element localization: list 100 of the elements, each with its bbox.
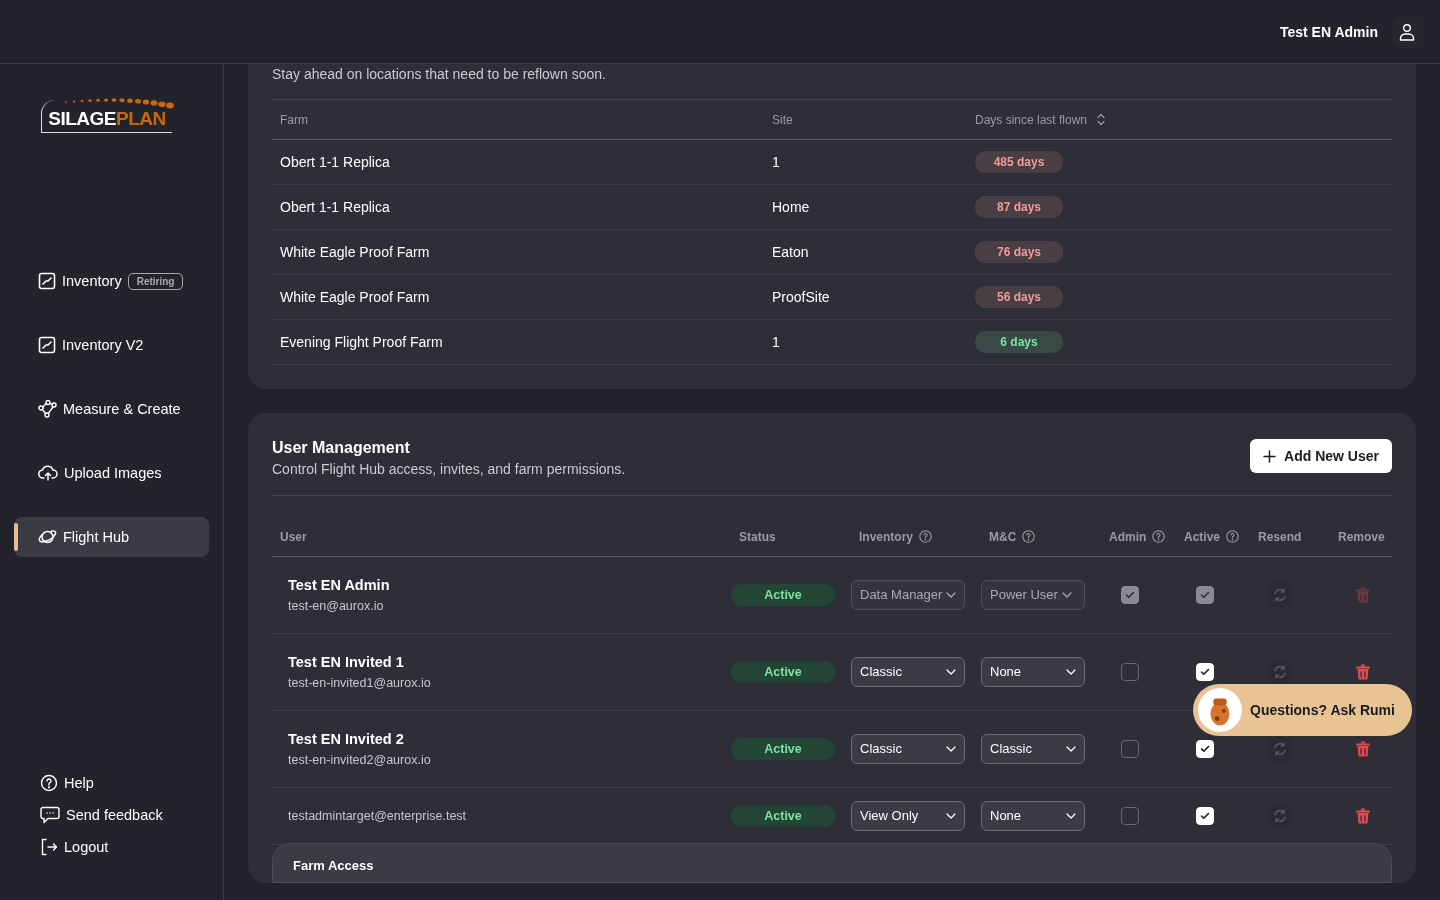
check-icon <box>1200 667 1210 676</box>
refresh-icon <box>1273 808 1287 823</box>
nav-item[interactable]: Upload Images <box>14 453 209 493</box>
resend-button[interactable] <box>1266 734 1294 763</box>
sort-icon[interactable] <box>1097 113 1106 126</box>
help-icon <box>40 774 58 792</box>
retiring-badge: Retiring <box>127 272 184 290</box>
site-name: 1 <box>772 334 780 350</box>
planet-icon <box>38 528 57 546</box>
dropdown[interactable]: None <box>981 656 1085 687</box>
check-icon <box>1125 590 1135 599</box>
user-email: testadmintarget@enterprise.test <box>288 808 468 823</box>
check-icon <box>1200 811 1210 820</box>
chevron-down-icon <box>1066 668 1076 675</box>
nav-item[interactable]: Inventory Retiring <box>14 261 209 301</box>
column-header: Remove <box>1338 529 1385 544</box>
farm-name: White Eagle Proof Farm <box>280 244 430 260</box>
plus-icon <box>1263 449 1277 463</box>
column-header: Site <box>772 112 793 127</box>
checkbox[interactable] <box>1121 739 1139 758</box>
chevron-down-icon <box>1066 812 1076 819</box>
add-user-button[interactable]: Add New User <box>1250 439 1392 473</box>
days-badge: 485 days <box>975 151 1063 173</box>
dropdown[interactable]: Classic <box>851 656 965 687</box>
days-badge: 87 days <box>975 196 1063 218</box>
user-name: Test EN Invited 2 <box>288 730 405 747</box>
status-badge: Active <box>731 583 835 606</box>
status-badge: Active <box>731 660 835 683</box>
days-badge: 76 days <box>975 241 1063 263</box>
column-header: Admin <box>1109 529 1166 544</box>
status-badge: Active <box>731 804 835 827</box>
ask-rumi-button[interactable]: Questions? Ask Rumi <box>1193 684 1412 736</box>
status-badge: Active <box>731 737 835 760</box>
check-icon <box>1200 590 1210 599</box>
trash-icon <box>1356 663 1370 680</box>
section-title: Farm Access <box>293 857 375 873</box>
checkbox[interactable] <box>1121 806 1139 825</box>
column-header: M&C <box>989 529 1036 544</box>
nodes-icon <box>38 400 57 418</box>
farm-name: Evening Flight Proof Farm <box>280 334 443 350</box>
dropdown[interactable]: None <box>981 800 1085 831</box>
nav-item[interactable]: Flight Hub <box>14 517 209 557</box>
user-email: test-en@aurox.io <box>288 598 385 613</box>
chart-icon <box>38 336 56 354</box>
dropdown[interactable]: Classic <box>981 733 1085 764</box>
chat-icon <box>40 806 60 824</box>
farm-name: Obert 1-1 Replica <box>280 199 390 215</box>
logout-icon <box>40 838 58 856</box>
refresh-icon <box>1273 741 1287 756</box>
nav-item[interactable]: Measure & Create <box>14 389 209 429</box>
chevron-down-icon <box>946 812 956 819</box>
dropdown[interactable]: View Only <box>851 800 965 831</box>
dropdown[interactable]: Classic <box>851 733 965 764</box>
section-subtitle: Stay ahead on locations that need to be reflown soon. <box>272 66 607 82</box>
days-badge: 6 days <box>975 331 1063 353</box>
chart-icon <box>38 272 56 290</box>
checkbox[interactable] <box>1121 662 1139 681</box>
site-name: ProofSite <box>772 289 830 305</box>
delete-button[interactable] <box>1356 807 1370 824</box>
chevron-down-icon <box>1061 591 1072 598</box>
column-header: Days since last flown <box>975 112 1088 127</box>
check-icon <box>1200 744 1210 753</box>
column-header: Resend <box>1258 529 1302 544</box>
chevron-down-icon <box>946 668 956 675</box>
section-subtitle: Control Flight Hub access, invites, and farm permissions. <box>272 461 626 477</box>
delete-button[interactable] <box>1356 740 1370 757</box>
delete-button[interactable] <box>1356 663 1370 680</box>
sidebar-link[interactable]: Send feedback <box>40 806 209 824</box>
farm-name: Obert 1-1 Replica <box>280 154 390 170</box>
logo: SILAGEPLAN <box>41 100 172 133</box>
user-email: test-en-invited1@aurox.io <box>288 675 432 690</box>
cloud-upload-icon <box>38 464 58 482</box>
column-header: Inventory <box>859 529 932 544</box>
chevron-down-icon <box>946 745 956 752</box>
user-name: Test EN Admin <box>288 576 391 593</box>
user-email: test-en-invited2@aurox.io <box>288 752 432 767</box>
chevron-down-icon <box>1066 745 1076 752</box>
farm-name: White Eagle Proof Farm <box>280 289 430 305</box>
column-header: Active <box>1184 529 1240 544</box>
trash-icon <box>1356 807 1370 824</box>
section-title: User Management <box>272 439 411 457</box>
column-header: User <box>280 529 307 544</box>
site-name: Home <box>772 199 810 215</box>
resend-button[interactable] <box>1266 657 1294 686</box>
avatar-icon <box>1198 688 1242 732</box>
nav-item[interactable]: Inventory V2 <box>14 325 209 365</box>
column-header: Farm <box>280 112 308 127</box>
days-badge: 56 days <box>975 286 1063 308</box>
user-name: Test EN Admin <box>1280 23 1378 40</box>
site-name: 1 <box>772 154 780 170</box>
trash-icon <box>1356 586 1370 603</box>
refresh-icon <box>1273 587 1287 602</box>
sidebar-link[interactable]: Logout <box>40 838 209 856</box>
sidebar-link[interactable]: Help <box>40 774 209 792</box>
user-name: Test EN Invited 1 <box>288 653 405 670</box>
user-icon <box>1399 22 1415 41</box>
trash-icon <box>1356 740 1370 757</box>
column-header: Status <box>739 529 776 544</box>
refresh-icon <box>1273 664 1287 679</box>
site-name: Eaton <box>772 244 809 260</box>
